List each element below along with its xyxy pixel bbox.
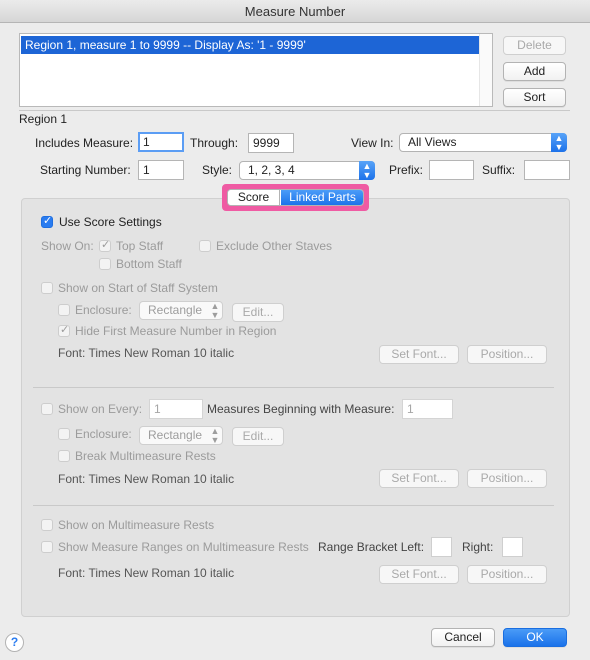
select-arrows-icon: ▲ ▼	[359, 161, 375, 180]
show-on-multimeasure-label: Show on Multimeasure Rests	[58, 518, 215, 532]
show-on-start-label: Show on Start of Staff System	[58, 281, 218, 295]
style-select[interactable]: 1, 2, 3, 4 ▲ ▼	[239, 161, 375, 180]
cancel-button[interactable]: Cancel	[431, 628, 495, 647]
set-font-3-button[interactable]: Set Font...	[379, 565, 459, 584]
position-3-button[interactable]: Position...	[467, 565, 547, 584]
includes-measure-field[interactable]: 1	[138, 132, 184, 152]
help-icon[interactable]: ?	[5, 633, 24, 652]
select-arrows-icon: ▲ ▼	[210, 301, 220, 320]
through-label: Through:	[190, 136, 239, 150]
includes-measure-label: Includes Measure:	[35, 136, 134, 150]
beginning-with-field[interactable]: 1	[402, 399, 453, 419]
through-field[interactable]: 9999	[248, 133, 294, 153]
enclosure-2-value: Rectangle	[148, 428, 203, 442]
hide-first-label: Hide First Measure Number in Region	[75, 324, 277, 338]
enclosure-1-value: Rectangle	[148, 303, 203, 317]
enclosure-1-checkbox[interactable]	[58, 304, 70, 316]
set-font-2-button[interactable]: Set Font...	[379, 469, 459, 488]
view-in-value: All Views	[408, 135, 457, 149]
ok-button[interactable]: OK	[503, 628, 567, 647]
enclosure-2-label: Enclosure:	[75, 427, 132, 441]
position-1-button[interactable]: Position...	[467, 345, 547, 364]
style-value: 1, 2, 3, 4	[248, 163, 295, 177]
range-left-label: Range Bracket Left:	[318, 540, 425, 554]
show-ranges-checkbox[interactable]	[41, 541, 53, 553]
region-list-row[interactable]: Region 1, measure 1 to 9999 -- Display A…	[21, 36, 480, 54]
enclosure-2-edit-button[interactable]: Edit...	[232, 427, 284, 446]
show-on-start-checkbox[interactable]	[41, 282, 53, 294]
top-staff-checkbox[interactable]	[99, 238, 111, 252]
suffix-label: Suffix:	[482, 163, 516, 177]
set-font-1-button[interactable]: Set Font...	[379, 345, 459, 364]
exclude-other-staves-label: Exclude Other Staves	[216, 239, 333, 253]
show-on-every-label: Show on Every:	[58, 402, 143, 416]
style-label: Style:	[202, 163, 233, 177]
top-staff-label: Top Staff	[116, 239, 164, 253]
add-button[interactable]: Add	[503, 62, 566, 81]
bottom-staff-checkbox[interactable]	[99, 258, 111, 270]
sort-button[interactable]: Sort	[503, 88, 566, 107]
show-on-label: Show On:	[41, 239, 94, 253]
delete-button[interactable]: Delete	[503, 36, 566, 55]
prefix-field[interactable]	[429, 160, 474, 180]
view-in-label: View In:	[351, 136, 394, 150]
select-arrows-icon: ▲ ▼	[210, 426, 220, 445]
show-on-every-checkbox[interactable]	[41, 403, 53, 415]
starting-number-field[interactable]: 1	[138, 160, 184, 180]
font-1-text: Font: Times New Roman 10 italic	[58, 346, 235, 360]
window-title: Measure Number	[0, 0, 590, 23]
starting-number-label: Starting Number:	[40, 163, 131, 177]
enclosure-2-checkbox[interactable]	[58, 428, 70, 440]
suffix-field[interactable]	[524, 160, 570, 180]
font-3-text: Font: Times New Roman 10 italic	[58, 566, 235, 580]
font-2-text: Font: Times New Roman 10 italic	[58, 472, 235, 486]
prefix-label: Prefix:	[389, 163, 424, 177]
range-right-field[interactable]	[502, 537, 523, 557]
tab-score[interactable]: Score	[228, 190, 280, 205]
select-arrows-icon: ▲ ▼	[551, 133, 567, 152]
use-score-settings-checkbox[interactable]	[41, 214, 53, 228]
break-multimeasure-label: Break Multimeasure Rests	[75, 449, 216, 463]
tab-linked-parts[interactable]: Linked Parts	[281, 190, 363, 205]
enclosure-1-select[interactable]: Rectangle ▲ ▼	[139, 301, 223, 320]
bottom-staff-label: Bottom Staff	[116, 257, 182, 271]
show-ranges-label: Show Measure Ranges on Multimeasure Rest…	[58, 540, 309, 554]
enclosure-2-select[interactable]: Rectangle ▲ ▼	[139, 426, 223, 445]
section-divider	[33, 387, 554, 388]
range-left-field[interactable]	[431, 537, 452, 557]
break-multimeasure-checkbox[interactable]	[58, 450, 70, 462]
region-label: Region 1	[19, 112, 68, 126]
view-in-select[interactable]: All Views ▲ ▼	[399, 133, 567, 152]
enclosure-1-label: Enclosure:	[75, 303, 132, 317]
exclude-other-staves-checkbox[interactable]	[199, 240, 211, 252]
region-separator	[19, 110, 570, 111]
regions-list[interactable]: Region 1, measure 1 to 9999 -- Display A…	[19, 33, 493, 107]
show-every-field[interactable]: 1	[149, 399, 203, 419]
score-parts-segmented-control[interactable]: Score Linked Parts	[222, 184, 369, 211]
hide-first-checkbox[interactable]	[58, 323, 70, 337]
range-right-label: Right:	[462, 540, 494, 554]
position-2-button[interactable]: Position...	[467, 469, 547, 488]
use-score-settings-label: Use Score Settings	[59, 215, 162, 229]
section-divider	[33, 505, 554, 506]
beginning-with-label: Measures Beginning with Measure:	[207, 402, 395, 416]
regions-list-scrollbar[interactable]	[479, 34, 492, 106]
show-on-multimeasure-checkbox[interactable]	[41, 519, 53, 531]
enclosure-1-edit-button[interactable]: Edit...	[232, 303, 284, 322]
